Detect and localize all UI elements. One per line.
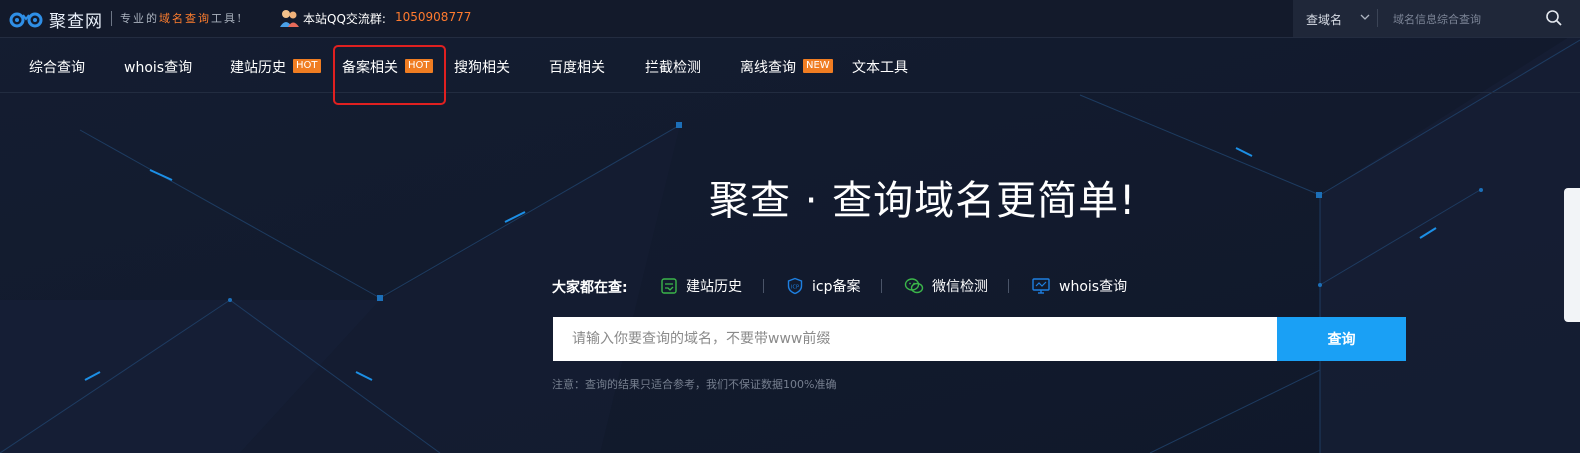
main-nav: 综合查询 whois查询 建站历史 HOT 备案相关 HOT 搜狗相关 百度相关… <box>0 38 1580 93</box>
slogan-pre: 专业的 <box>120 12 159 25</box>
slogan-highlight: 域名查询 <box>159 12 211 25</box>
nav-item-whois[interactable]: whois查询 <box>124 57 192 77</box>
svg-text:ICP: ICP <box>791 285 799 291</box>
header-search-input[interactable] <box>1391 7 1545 31</box>
hot-badge: HOT <box>293 59 321 73</box>
slogan-divider <box>111 11 112 26</box>
nav-item-baidu[interactable]: 百度相关 <box>549 57 605 77</box>
popular-divider <box>1008 279 1009 293</box>
popular-icp[interactable]: ICP icp备案 <box>786 276 860 296</box>
qq-group-label: 本站QQ交流群: <box>303 12 386 26</box>
nav-item-block-check[interactable]: 拦截检测 <box>645 57 701 77</box>
search-icon[interactable] <box>1545 9 1563 27</box>
popular-label-wechat: 微信检测 <box>932 279 988 295</box>
query-button[interactable]: 查询 <box>1277 317 1406 361</box>
history-icon <box>661 278 677 294</box>
popular-label: 大家都在查: <box>552 280 628 296</box>
popular-whois[interactable]: whois查询 <box>1031 276 1127 296</box>
hero-title: 聚查 · 查询域名更简单! <box>709 178 1137 224</box>
popular-label-icp: icp备案 <box>812 279 861 295</box>
whois-monitor-icon <box>1032 278 1050 294</box>
site-logo[interactable]: 聚查网 <box>8 6 103 32</box>
slogan-post: 工具! <box>211 12 244 25</box>
side-floating-tab[interactable] <box>1564 188 1580 322</box>
wechat-icon <box>904 278 924 294</box>
popular-divider <box>763 279 764 293</box>
disclaimer-note: 注意：查询的结果只适合参考，我们不保证数据100%准确 <box>552 378 837 391</box>
nav-item-offline[interactable]: 离线查询 <box>740 57 796 77</box>
popular-divider <box>881 279 882 293</box>
site-slogan: 专业的域名查询工具! <box>120 10 243 26</box>
search-type-select[interactable]: 查域名 <box>1306 11 1342 28</box>
qq-group-number[interactable]: 1050908777 <box>395 10 471 24</box>
domain-search-input[interactable] <box>553 317 1277 361</box>
chevron-down-icon[interactable] <box>1359 11 1371 23</box>
popular-label-whois: whois查询 <box>1059 279 1128 295</box>
users-group-icon <box>280 10 299 27</box>
nav-item-text-tools[interactable]: 文本工具 <box>852 57 908 77</box>
new-badge: NEW <box>803 59 833 73</box>
popular-wechat[interactable]: 微信检测 <box>904 276 988 296</box>
logo-text: 聚查网 <box>49 11 103 32</box>
top-bar: 聚查网 专业的域名查询工具! 本站QQ交流群: 1050908777 查域名 <box>0 0 1580 38</box>
header-search: 查域名 <box>1293 0 1580 37</box>
popular-site-history[interactable]: 建站历史 <box>660 276 742 296</box>
icp-shield-icon: ICP <box>787 277 803 295</box>
nav-item-comprehensive[interactable]: 综合查询 <box>29 57 85 77</box>
search-divider <box>1377 9 1378 27</box>
annotation-highlight-box <box>333 45 446 105</box>
owl-logo-icon <box>9 12 43 28</box>
popular-label-history: 建站历史 <box>686 279 742 295</box>
nav-item-site-history[interactable]: 建站历史 <box>230 57 286 77</box>
nav-item-sogou[interactable]: 搜狗相关 <box>454 57 510 77</box>
